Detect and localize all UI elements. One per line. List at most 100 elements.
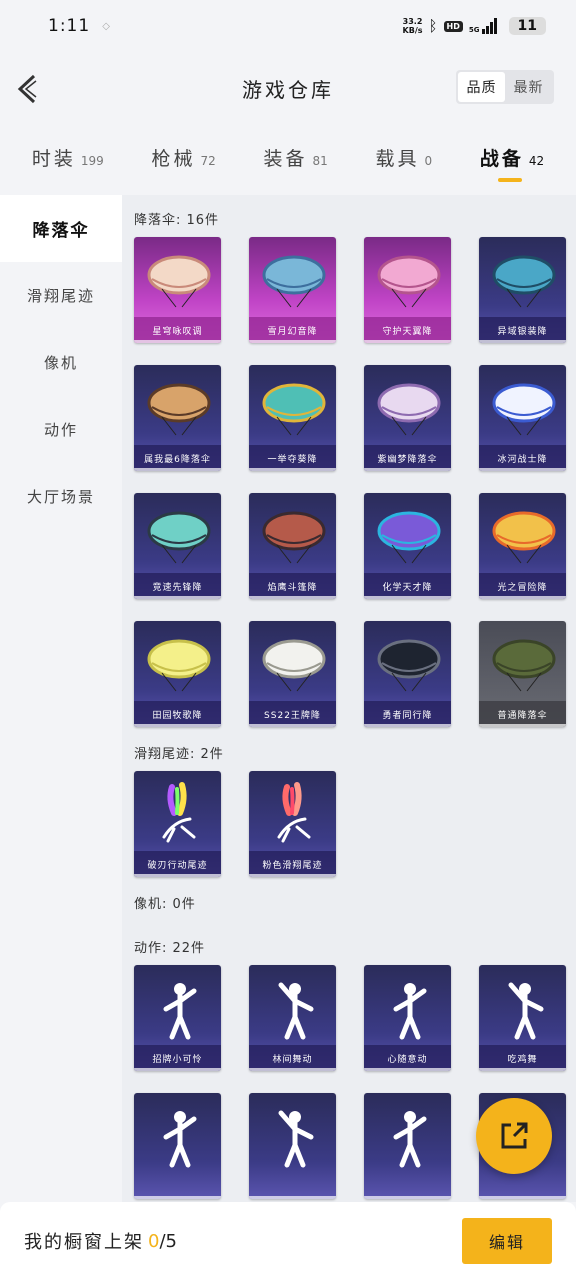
emote-figure-icon <box>393 983 427 1040</box>
trail-icon <box>277 782 311 843</box>
parachute-card[interactable]: 田园牧歌降 <box>134 621 221 727</box>
parachute-name: 异域银装降 <box>479 317 566 343</box>
section-title-trail: 滑翔尾迹: 2件 <box>134 746 224 762</box>
emote-card[interactable] <box>364 1093 451 1199</box>
emote-name: 林间舞动 <box>249 1045 336 1071</box>
parachute-card[interactable]: 属我最6降落伞 <box>134 365 221 471</box>
emote-card[interactable] <box>249 1093 336 1199</box>
tab-combat-gear[interactable]: 战备 42 <box>480 136 544 186</box>
parachute-name: 守护天翼降 <box>364 317 451 343</box>
emote-card[interactable] <box>134 1093 221 1199</box>
parachute-name: 星穹咏叹调 <box>134 317 221 343</box>
sidebar-item-lobby-scene[interactable]: 大厅场景 <box>0 463 122 530</box>
parachute-icon <box>377 255 441 308</box>
parachute-card[interactable]: 普通降落伞 <box>479 621 566 727</box>
active-tab-indicator <box>497 178 522 182</box>
parachute-card[interactable]: 雪月幻音降 <box>249 237 336 343</box>
parachute-name: 化学天才降 <box>364 573 451 599</box>
tab-fashion[interactable]: 时装 199 <box>32 136 104 186</box>
trail-card[interactable]: 粉色滑翔尾迹 <box>249 771 336 877</box>
parachute-card[interactable]: SS22王牌降 <box>249 621 336 727</box>
trail-card[interactable]: 破刃行动尾迹 <box>134 771 221 877</box>
emote-card[interactable]: 招牌小可怜 <box>134 965 221 1071</box>
tab-vehicles[interactable]: 载具 0 <box>375 136 432 186</box>
emote-name: 招牌小可怜 <box>134 1045 221 1071</box>
parachute-card[interactable]: 星穹咏叹调 <box>134 237 221 343</box>
parachute-name: 冰河战士降 <box>479 445 566 471</box>
parachute-card[interactable]: 异域银装降 <box>479 237 566 343</box>
parachute-card[interactable]: 守护天翼降 <box>364 237 451 343</box>
trail-icon <box>162 782 196 843</box>
section-title-parachute: 降落伞: 16件 <box>134 212 220 228</box>
parachute-name: 雪月幻音降 <box>249 317 336 343</box>
parachute-card[interactable]: 一举夺葵降 <box>249 365 336 471</box>
battery-level: 11 <box>508 17 546 35</box>
status-time: 1:11 <box>48 16 91 36</box>
parachute-name: 一举夺葵降 <box>249 445 336 471</box>
sidebar-item-emote[interactable]: 动作 <box>0 396 122 463</box>
parachute-icon <box>262 511 326 564</box>
sort-toggle: 品质 最新 <box>456 70 554 104</box>
item-content[interactable]: 降落伞: 16件 星穹咏叹调 雪月幻音降 守护天翼降 异域银装降属我最6降落伞 一举夺葵… <box>122 195 576 1202</box>
parachute-name: 勇者同行降 <box>364 701 451 727</box>
parachute-grid: 星穹咏叹调 雪月幻音降 守护天翼降 异域银装降属我最6降落伞 一举夺葵降 紫幽梦降落伞 冰河… <box>134 237 576 727</box>
header: 游戏仓库 品质 最新 <box>0 60 576 116</box>
emote-name: 心随意动 <box>364 1045 451 1071</box>
status-icons: 33.2 KB/s ᛒ HD 5G 11 <box>403 17 546 35</box>
trail-name: 破刃行动尾迹 <box>134 851 221 877</box>
status-bar: 1:11 ◇ 33.2 KB/s ᛒ HD 5G 11 <box>0 0 576 52</box>
parachute-icon <box>492 383 556 436</box>
parachute-card[interactable]: 勇者同行降 <box>364 621 451 727</box>
section-title-emote: 动作: 22件 <box>134 940 206 956</box>
edit-button[interactable]: 编辑 <box>462 1218 552 1264</box>
showcase-count: 0/5 <box>148 1230 177 1252</box>
trail-grid: 破刃行动尾迹 粉色滑翔尾迹 <box>134 771 576 877</box>
parachute-icon <box>492 255 556 308</box>
parachute-name: 焰鹰斗篷降 <box>249 573 336 599</box>
parachute-icon <box>262 255 326 308</box>
tab-equipment[interactable]: 装备 81 <box>263 136 327 186</box>
parachute-card[interactable]: 焰鹰斗篷降 <box>249 493 336 599</box>
emote-figure-icon <box>393 1111 427 1168</box>
parachute-icon <box>147 639 211 692</box>
sort-quality-button[interactable]: 品质 <box>458 72 505 102</box>
parachute-icon <box>147 383 211 436</box>
showcase-label: 我的橱窗上架 <box>24 1232 144 1253</box>
hd-badge: HD <box>443 20 463 32</box>
notification-dot-icon: ◇ <box>102 20 110 32</box>
trail-name: 粉色滑翔尾迹 <box>249 851 336 877</box>
emote-card[interactable]: 心随意动 <box>364 965 451 1071</box>
emote-figure-icon <box>163 1111 197 1168</box>
sidebar-item-parachute[interactable]: 降落伞 <box>0 195 122 262</box>
section-title-camera: 像机: 0件 <box>134 896 196 912</box>
sort-newest-button[interactable]: 最新 <box>505 72 552 102</box>
emote-card[interactable]: 吃鸡舞 <box>479 965 566 1071</box>
parachute-card[interactable]: 紫幽梦降落伞 <box>364 365 451 471</box>
parachute-card[interactable]: 光之冒险降 <box>479 493 566 599</box>
parachute-icon <box>377 383 441 436</box>
sidebar-item-glide-trail[interactable]: 滑翔尾迹 <box>0 262 122 329</box>
parachute-name: 田园牧歌降 <box>134 701 221 727</box>
parachute-card[interactable]: 竞速先锋降 <box>134 493 221 599</box>
emote-figure-icon <box>278 982 314 1040</box>
emote-figure-icon <box>508 982 544 1040</box>
parachute-icon <box>377 639 441 692</box>
parachute-icon <box>262 639 326 692</box>
showcase-bar: 我的橱窗上架 0/5 编辑 <box>0 1202 576 1280</box>
parachute-card[interactable]: 化学天才降 <box>364 493 451 599</box>
parachute-icon <box>492 511 556 564</box>
emote-figure-icon <box>163 983 197 1040</box>
parachute-name: 普通降落伞 <box>479 701 566 727</box>
network-type: 5G <box>468 26 480 34</box>
sidebar-item-camera[interactable]: 像机 <box>0 329 122 396</box>
parachute-card[interactable]: 冰河战士降 <box>479 365 566 471</box>
emote-name: 吃鸡舞 <box>479 1045 566 1071</box>
tab-firearms[interactable]: 枪械 72 <box>151 136 215 186</box>
network-speed: 33.2 KB/s <box>402 17 423 35</box>
parachute-icon <box>377 511 441 564</box>
parachute-icon <box>262 383 326 436</box>
emote-card[interactable]: 林间舞动 <box>249 965 336 1071</box>
external-link-icon <box>501 1122 528 1149</box>
signal-icon: 5G <box>469 18 497 34</box>
share-button[interactable] <box>476 1098 552 1174</box>
